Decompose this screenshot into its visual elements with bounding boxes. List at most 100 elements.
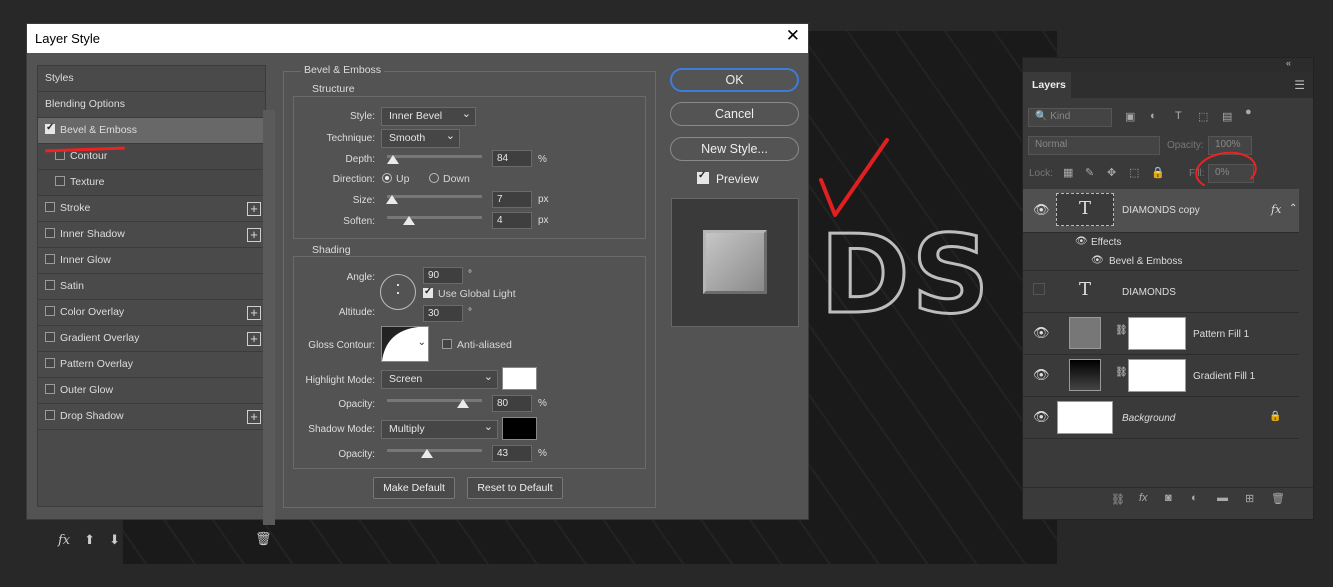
lock-paint-icon[interactable]: ✎: [1085, 166, 1094, 179]
depth-input[interactable]: 84: [492, 150, 532, 167]
soften-slider-knob[interactable]: [403, 216, 415, 225]
move-up-icon[interactable]: ⬆: [84, 532, 95, 547]
direction-up-radio[interactable]: [382, 173, 392, 183]
visibility-eye-icon[interactable]: 👁: [1033, 202, 1050, 218]
depth-slider-knob[interactable]: [387, 155, 399, 164]
layer-diamonds-copy[interactable]: 👁 T DIAMONDS copy fx ⌃: [1023, 189, 1299, 233]
adjustment-filter-icon[interactable]: ◐: [1150, 110, 1157, 122]
gloss-contour-picker[interactable]: ⌄: [381, 326, 429, 362]
lock-all-icon[interactable]: 🔒: [1151, 166, 1165, 179]
bevel-emboss-checkbox[interactable]: [45, 122, 55, 134]
panel-collapse-icon[interactable]: «: [1023, 58, 1313, 72]
size-input[interactable]: 7: [492, 191, 532, 208]
inner-glow-checkbox[interactable]: [45, 254, 55, 264]
styles-item[interactable]: Styles: [38, 66, 265, 92]
lock-position-icon[interactable]: ✥: [1107, 166, 1116, 179]
shadow-color-swatch[interactable]: [502, 417, 537, 440]
angle-dial[interactable]: [380, 274, 416, 310]
cancel-button[interactable]: Cancel: [670, 102, 799, 126]
pattern-overlay-checkbox[interactable]: [45, 358, 55, 368]
anti-aliased-option[interactable]: Anti-aliased: [442, 339, 512, 351]
filter-kind-select[interactable]: 🔍 Kind: [1028, 108, 1112, 127]
layer-diamonds[interactable]: T DIAMONDS: [1023, 271, 1299, 313]
bevel-eye-icon[interactable]: 👁: [1091, 255, 1104, 266]
use-global-light-checkbox[interactable]: [423, 286, 433, 298]
blend-mode-select[interactable]: Normal: [1028, 136, 1160, 155]
drop-shadow-checkbox[interactable]: [45, 410, 55, 420]
shadow-opacity-input[interactable]: 43: [492, 445, 532, 462]
anti-aliased-checkbox[interactable]: [442, 339, 452, 349]
panel-menu-icon[interactable]: ☰: [1294, 78, 1305, 92]
visibility-toggle-empty[interactable]: [1033, 283, 1045, 295]
outer-glow-checkbox[interactable]: [45, 384, 55, 394]
visibility-eye-icon[interactable]: 👁: [1033, 325, 1050, 341]
collapse-effects-icon[interactable]: ⌃: [1289, 203, 1297, 214]
soften-input[interactable]: 4: [492, 212, 532, 229]
effects-row[interactable]: 👁 Effects: [1023, 233, 1299, 252]
tab-layers[interactable]: Layers: [1023, 72, 1071, 98]
delete-layer-icon[interactable]: 🗑: [1271, 492, 1285, 505]
size-slider[interactable]: [387, 195, 482, 198]
bevel-emboss-effect-row[interactable]: 👁 Bevel & Emboss: [1023, 252, 1299, 271]
new-style-button[interactable]: New Style...: [670, 137, 799, 161]
new-layer-icon[interactable]: ⊞: [1245, 492, 1254, 505]
add-style-icon[interactable]: fx: [1139, 492, 1148, 504]
gradient-overlay-item[interactable]: Gradient Overlay +: [38, 326, 265, 352]
gradient-overlay-checkbox[interactable]: [45, 332, 55, 342]
stroke-item[interactable]: Stroke +: [38, 196, 265, 222]
effects-eye-icon[interactable]: 👁: [1075, 236, 1088, 247]
add-mask-icon[interactable]: ◙: [1165, 492, 1172, 504]
bevel-emboss-item[interactable]: Bevel & Emboss: [38, 118, 265, 144]
link-layers-icon[interactable]: ⛓: [1111, 493, 1125, 506]
add-gradient-overlay-icon[interactable]: +: [247, 332, 261, 346]
outer-glow-item[interactable]: Outer Glow: [38, 378, 265, 404]
texture-checkbox[interactable]: [55, 176, 65, 186]
texture-item[interactable]: Texture: [38, 170, 265, 196]
fx-badge-icon[interactable]: fx: [1271, 203, 1281, 216]
type-filter-icon[interactable]: T: [1175, 110, 1182, 122]
preview-option[interactable]: Preview: [697, 170, 759, 186]
smart-object-filter-icon[interactable]: ▤: [1222, 110, 1232, 123]
new-group-icon[interactable]: ▬: [1217, 492, 1228, 504]
inner-shadow-checkbox[interactable]: [45, 228, 55, 238]
direction-down-radio[interactable]: [429, 173, 439, 183]
preview-checkbox[interactable]: [697, 170, 709, 184]
new-adjustment-icon[interactable]: ◐: [1191, 492, 1198, 504]
filter-toggle-icon[interactable]: ●: [1245, 106, 1252, 118]
shadow-mode-select[interactable]: Multiply: [381, 420, 498, 439]
inner-shadow-item[interactable]: Inner Shadow +: [38, 222, 265, 248]
close-icon[interactable]: ✕: [786, 27, 800, 44]
shadow-opacity-slider[interactable]: [387, 449, 482, 452]
styles-scrollbar[interactable]: [263, 110, 275, 525]
ok-button[interactable]: OK: [670, 68, 799, 92]
add-drop-shadow-icon[interactable]: +: [247, 410, 261, 424]
drop-shadow-item[interactable]: Drop Shadow +: [38, 404, 265, 430]
inner-glow-item[interactable]: Inner Glow: [38, 248, 265, 274]
soften-slider[interactable]: [387, 216, 482, 219]
direction-down-option[interactable]: Down: [429, 173, 470, 185]
style-select[interactable]: Inner Bevel: [381, 107, 476, 126]
angle-input[interactable]: 90: [423, 267, 463, 284]
direction-up-option[interactable]: Up: [382, 173, 409, 185]
color-overlay-checkbox[interactable]: [45, 306, 55, 316]
satin-checkbox[interactable]: [45, 280, 55, 290]
pattern-overlay-item[interactable]: Pattern Overlay: [38, 352, 265, 378]
shape-filter-icon[interactable]: ⬚: [1198, 110, 1208, 123]
highlight-mode-select[interactable]: Screen: [381, 370, 498, 389]
visibility-eye-icon[interactable]: 👁: [1033, 367, 1050, 383]
depth-slider[interactable]: [387, 155, 482, 158]
satin-item[interactable]: Satin: [38, 274, 265, 300]
technique-select[interactable]: Smooth: [381, 129, 460, 148]
layer-pattern-fill-1[interactable]: 👁 ⛓ Pattern Fill 1: [1023, 313, 1299, 355]
visibility-eye-icon[interactable]: 👁: [1033, 409, 1050, 425]
altitude-input[interactable]: 30: [423, 305, 463, 322]
add-color-overlay-icon[interactable]: +: [247, 306, 261, 320]
trash-icon[interactable]: 🗑: [255, 531, 272, 547]
lock-artboard-icon[interactable]: ⬚: [1129, 166, 1139, 179]
move-down-icon[interactable]: ⬇: [109, 532, 120, 547]
color-overlay-item[interactable]: Color Overlay +: [38, 300, 265, 326]
highlight-opacity-input[interactable]: 80: [492, 395, 532, 412]
layer-gradient-fill-1[interactable]: 👁 ⛓ Gradient Fill 1: [1023, 355, 1299, 397]
fx-icon[interactable]: fx: [58, 533, 70, 548]
shadow-opacity-knob[interactable]: [421, 449, 433, 458]
